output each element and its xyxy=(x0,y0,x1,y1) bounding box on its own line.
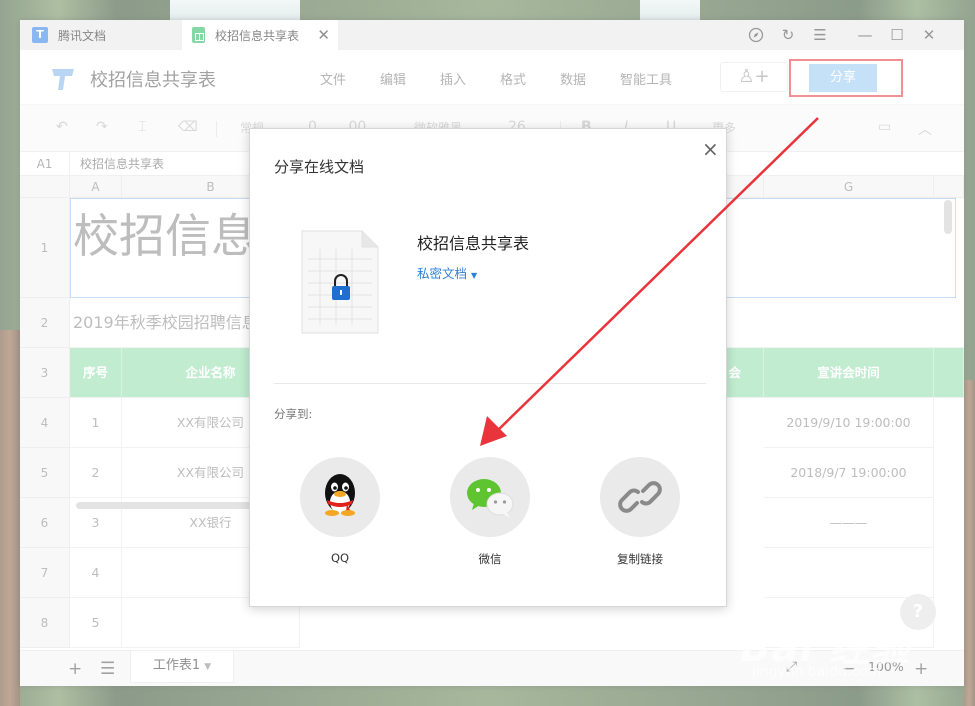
privacy-label: 私密文档 xyxy=(417,266,468,281)
dialog-doc-name: 校招信息共享表 xyxy=(417,234,530,253)
share-qq-button[interactable]: QQ xyxy=(298,457,382,565)
document-file-icon xyxy=(301,230,379,334)
divider xyxy=(274,383,706,384)
share-to-label: 分享到: xyxy=(274,407,313,421)
link-icon xyxy=(600,457,680,537)
share-wechat-button[interactable]: 微信 xyxy=(448,457,532,567)
caret-down-icon: ▼ xyxy=(471,271,478,280)
baidu-watermark-url: jingyan.baidu.com xyxy=(752,664,882,680)
share-option-label: 复制链接 xyxy=(617,552,663,566)
share-dialog: 分享在线文档 × 校招信息共享表 私密文档 ▼ 分享到: QQ 微信 复制链接 xyxy=(249,128,727,607)
dialog-title: 分享在线文档 xyxy=(274,158,365,176)
share-option-label: 微信 xyxy=(478,552,502,566)
wechat-icon xyxy=(450,457,530,537)
share-option-label: QQ xyxy=(330,551,350,565)
qq-penguin-icon xyxy=(300,457,380,537)
privacy-dropdown[interactable]: 私密文档 ▼ xyxy=(417,263,477,282)
dialog-close-icon[interactable]: × xyxy=(702,137,719,161)
copy-link-button[interactable]: 复制链接 xyxy=(598,457,682,567)
